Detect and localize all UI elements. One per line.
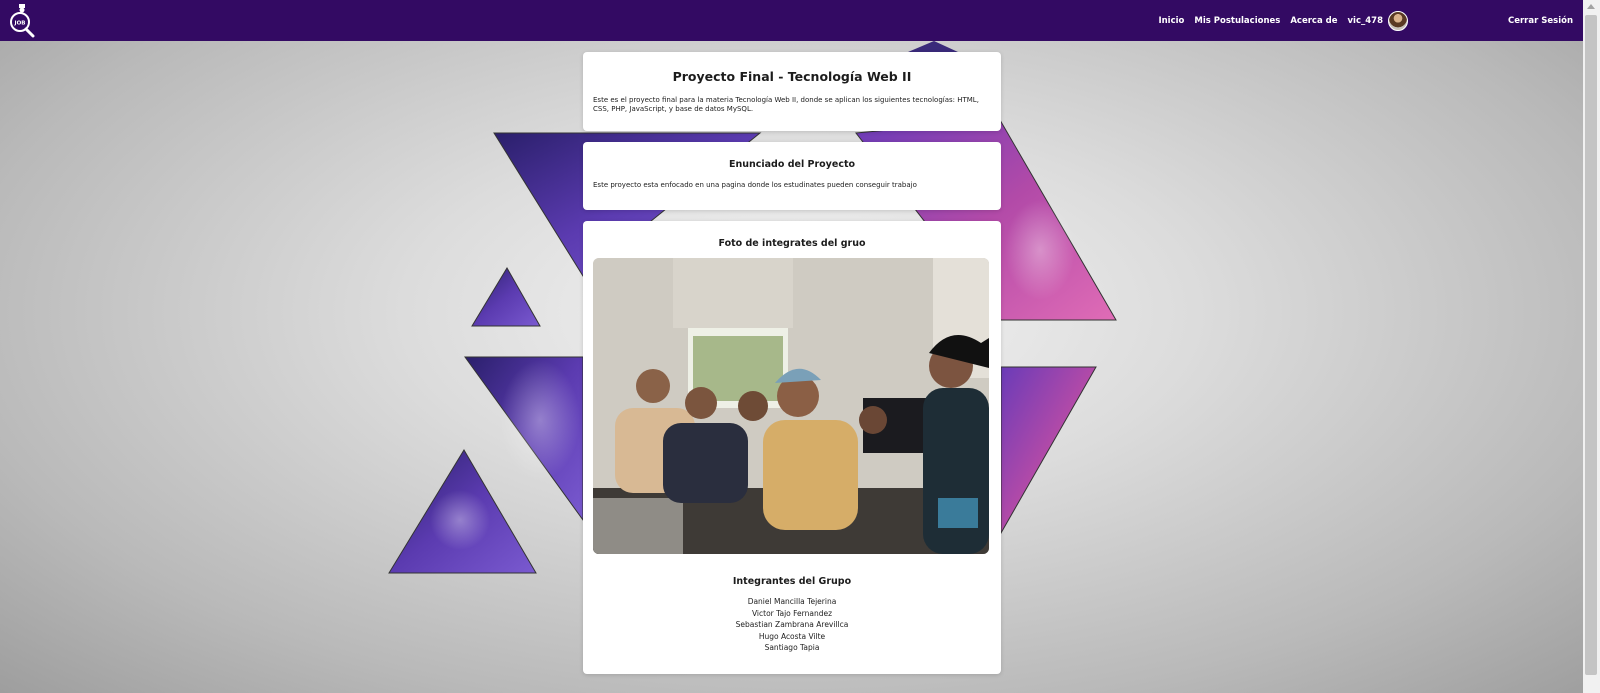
scrollbar-thumb[interactable] xyxy=(1585,15,1597,675)
group-photo-image xyxy=(593,258,989,554)
star-glow xyxy=(430,490,490,550)
triangle-middle-right xyxy=(1000,366,1097,535)
statement-card: Enunciado del Proyecto Este proyecto est… xyxy=(583,142,1001,210)
job-search-logo-icon[interactable]: JOB xyxy=(8,2,36,38)
top-navbar: JOB Inicio Mis Postulaciones Acerca de v… xyxy=(0,0,1583,41)
members-list: Daniel Mancilla Tejerina Victor Tajo Fer… xyxy=(593,596,991,654)
avatar[interactable] xyxy=(1388,10,1408,31)
group-photo xyxy=(593,258,989,554)
project-title: Proyecto Final - Tecnología Web II xyxy=(672,69,912,84)
star-glow xyxy=(1005,200,1075,300)
members-title: Integrantes del Grupo xyxy=(732,576,852,587)
project-card: Proyecto Final - Tecnología Web II Este … xyxy=(583,52,1001,131)
list-item: Daniel Mancilla Tejerina xyxy=(747,597,837,606)
vertical-scrollbar[interactable] xyxy=(1583,0,1600,693)
nav-links: Inicio Mis Postulaciones Acerca de vic_4… xyxy=(1148,0,1408,41)
star-glow xyxy=(500,360,580,480)
nav-link-mis-postulaciones[interactable]: Mis Postulaciones xyxy=(1194,16,1280,26)
list-item: Victor Tajo Fernandez xyxy=(751,608,833,618)
group-photo-title: Foto de integrates del gruo xyxy=(718,238,866,249)
triangle-small-left xyxy=(471,267,541,327)
triangle-top-center xyxy=(908,41,958,52)
statement-title: Enunciado del Proyecto xyxy=(728,159,856,170)
project-description: Este es el proyecto final para la materi… xyxy=(593,96,979,113)
svg-text:JOB: JOB xyxy=(14,21,26,27)
scroll-up-arrow-icon[interactable] xyxy=(1587,4,1595,9)
group-card: Foto de integrates del gruo Integrantes … xyxy=(583,221,1001,674)
nav-link-username[interactable]: vic_478 xyxy=(1348,16,1384,26)
list-item: Santiago Tapia xyxy=(764,643,820,652)
list-item: Sebastian Zambrana Arevillca xyxy=(735,620,849,629)
nav-link-inicio[interactable]: Inicio xyxy=(1158,16,1184,26)
nav-link-acerca-de[interactable]: Acerca de xyxy=(1290,16,1337,26)
list-item: Hugo Acosta Vilte xyxy=(758,631,826,641)
statement-text: Este proyecto esta enfocado en una pagin… xyxy=(593,181,917,189)
logout-button[interactable]: Cerrar Sesión xyxy=(1508,0,1573,41)
